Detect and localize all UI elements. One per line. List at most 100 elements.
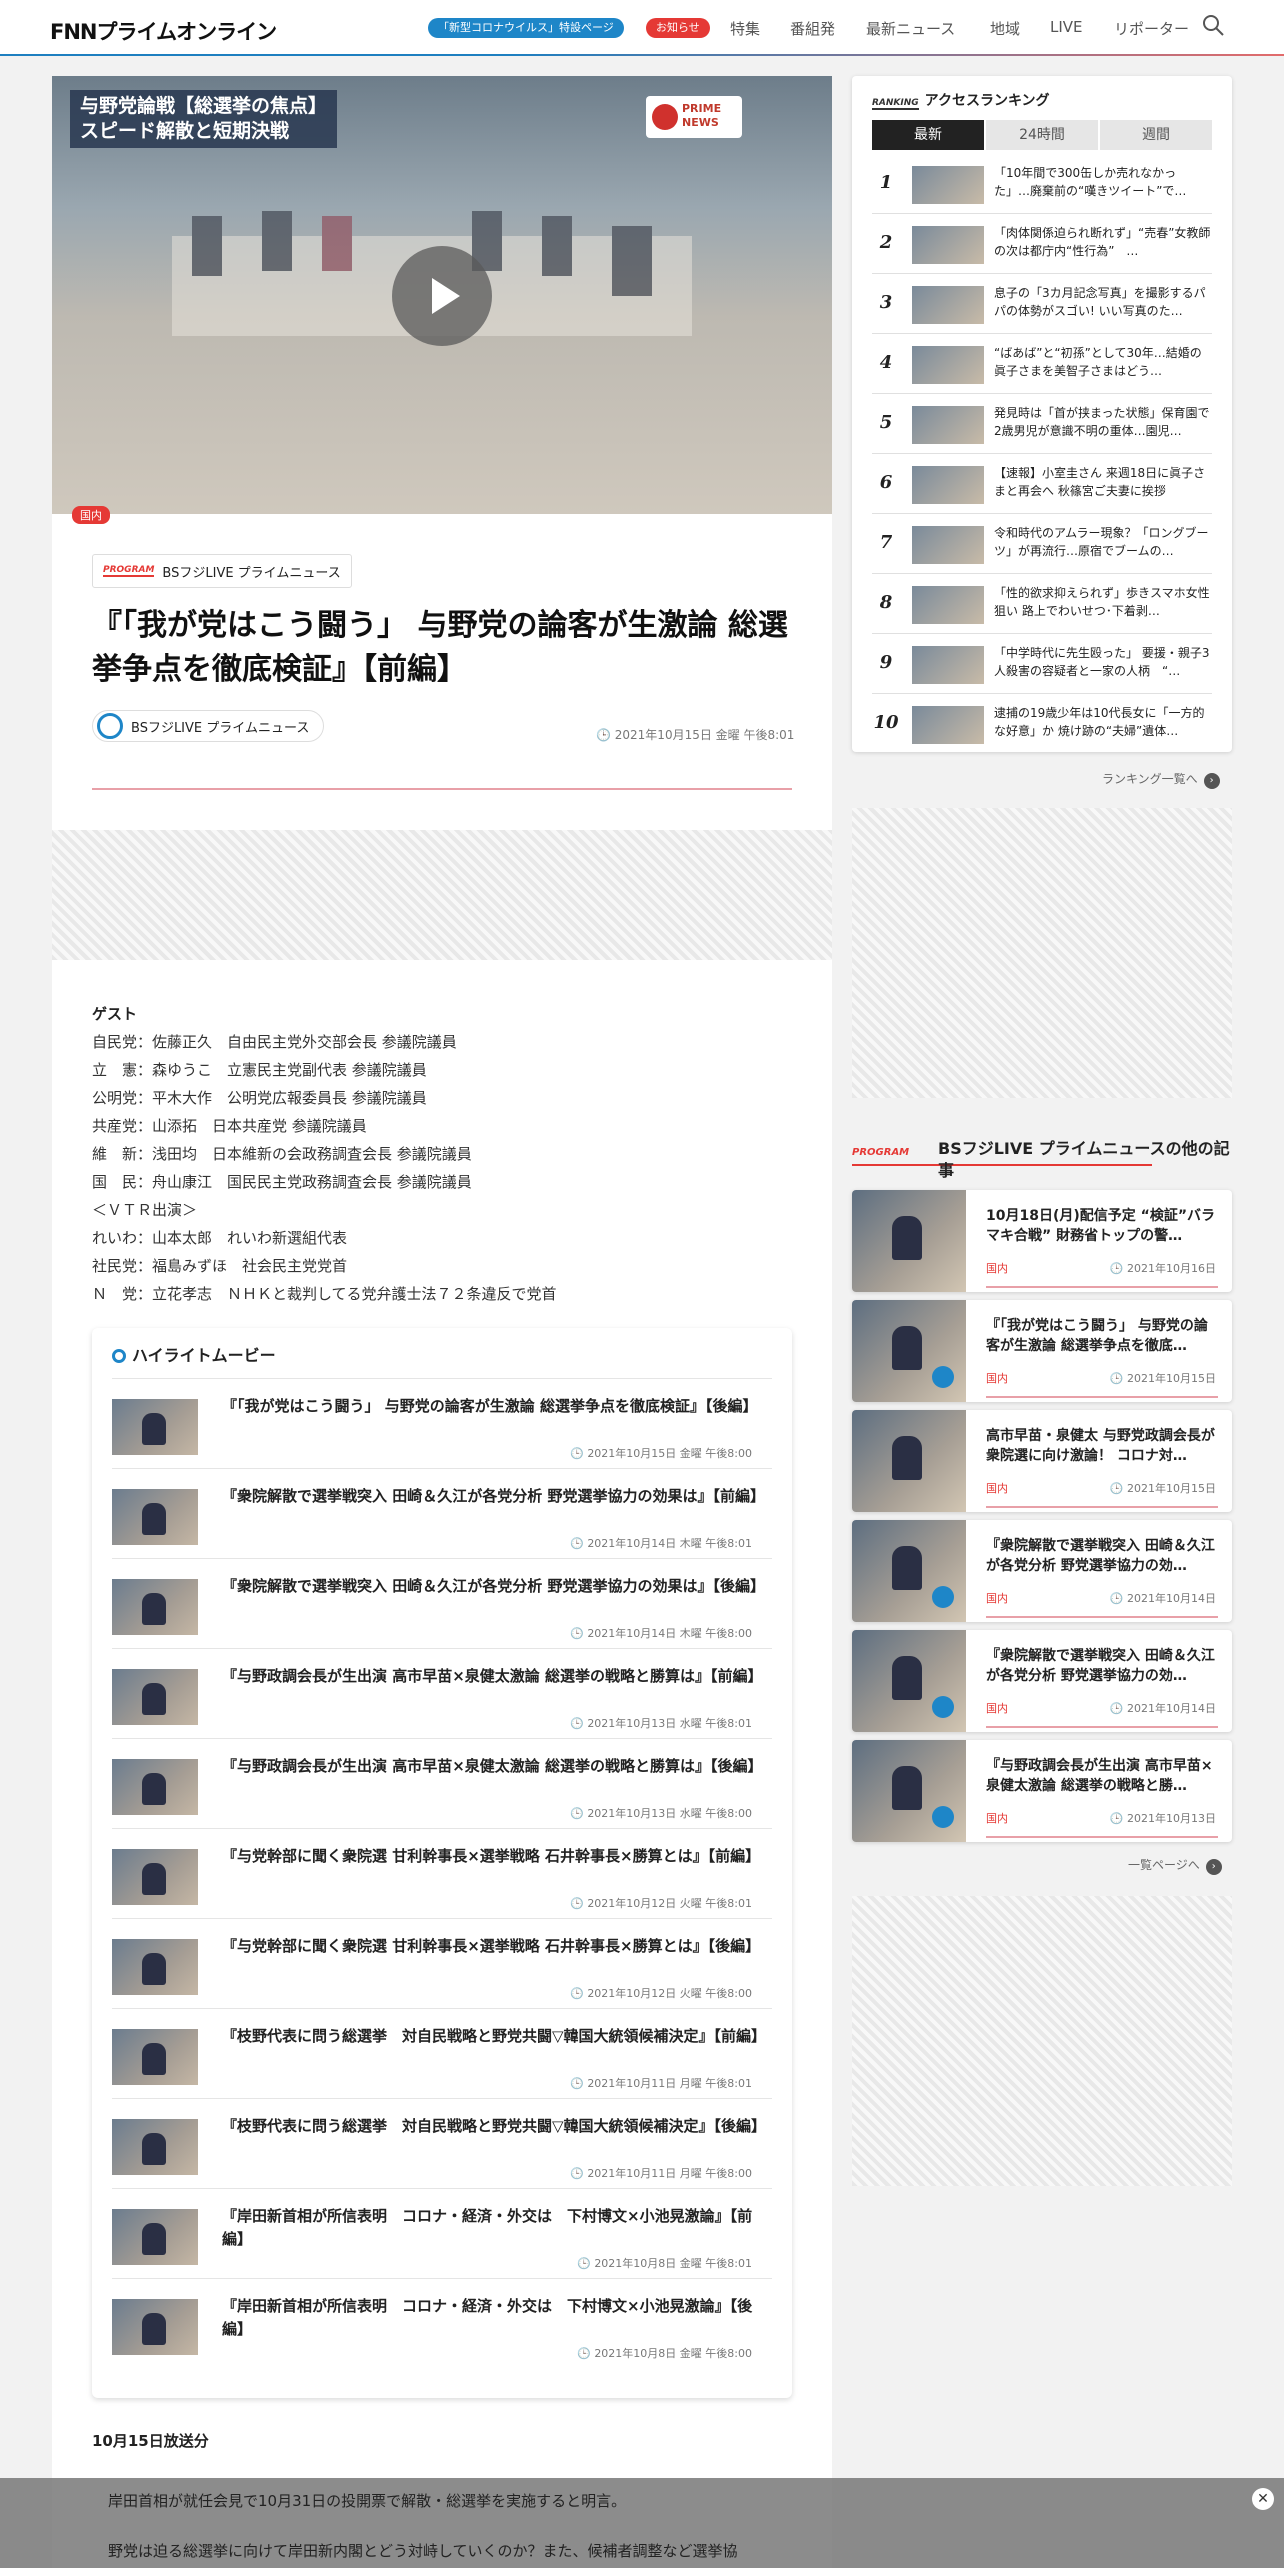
card-thumbnail <box>852 1410 966 1512</box>
list-item[interactable]: 『枝野代表に問う総選挙 対自民戦略と野党共闘▽韓国大統領候補決定』【後編】 🕒 2… <box>112 2098 772 2188</box>
article-main: 与野党論戦【総選挙の焦点】 スピード解散と短期決戦 PRIME NEWS 国内 P… <box>52 76 832 2568</box>
video-thumbnail <box>112 1399 198 1455</box>
list-item[interactable]: 『岸田新首相が所信表明 コロナ・経済・外交は 下村博文×小池晃激論』【前編】 🕒 … <box>112 2188 772 2278</box>
ranking-tabs: 最新 24時間 週間 <box>872 120 1212 150</box>
ranking-thumbnail <box>912 406 984 444</box>
article-card[interactable]: 高市早苗・泉健太 与野党政調会長が衆院選に向け激論！ コロナ対… 国内 🕒 2021… <box>852 1410 1232 1512</box>
ad-sidebar-bottom[interactable] <box>852 1896 1232 2186</box>
ranking-item[interactable]: 2 「肉体関係迫られ断れず」“売春”女教師の次は都庁内“性行為” … <box>872 214 1212 274</box>
video-thumbnail <box>112 2029 198 2085</box>
header-accent-line <box>0 54 1284 56</box>
search-icon[interactable] <box>1202 14 1224 36</box>
list-item[interactable]: 『与党幹部に聞く衆院選 甘利幹事長×選挙戦略 石井幹事長×勝算とは』【後編】 🕒 … <box>112 1918 772 2008</box>
video-camera-icon <box>932 1586 954 1608</box>
ad-sidebar-top[interactable] <box>852 808 1232 1098</box>
list-item[interactable]: 『枝野代表に問う総選挙 対自民戦略と野党共闘▽韓国大統領候補決定』【前編】 🕒 2… <box>112 2008 772 2098</box>
prime-news-logo-icon <box>652 104 678 130</box>
ranking-heading: RANKING アクセスランキング <box>872 93 1050 110</box>
nav-latest-news[interactable]: 最新ニュース <box>866 18 955 39</box>
video-thumbnail <box>112 1849 198 1905</box>
other-more-link[interactable]: 一覧ページへ › <box>1128 1856 1222 1875</box>
chevron-right-icon: › <box>1203 773 1220 789</box>
ranking-thumbnail <box>912 706 984 744</box>
ranking-item[interactable]: 8 「性的欲求抑えられず」歩きスマホ女性狙い 路上でわいせつ･下着剥… <box>872 574 1212 634</box>
corona-special-link[interactable]: 「新型コロナウイルス」特設ページ <box>428 18 624 38</box>
highlight-heading: ハイライトムービー <box>112 1342 276 1366</box>
video-thumbnail <box>112 2119 198 2175</box>
fnn-logo-icon <box>112 1349 126 1363</box>
article-card[interactable]: 10月18日(月)配信予定 “検証”バラマキ合戦” 財務省トップの警… 国内 🕒 2… <box>852 1190 1232 1292</box>
video-thumbnail <box>112 1759 198 1815</box>
ranking-thumbnail <box>912 346 984 384</box>
author-avatar <box>97 713 123 739</box>
author-name: BSフジLIVE プライムニュース <box>131 720 310 736</box>
nav-programs[interactable]: 番組発 <box>790 18 835 39</box>
author-chip[interactable]: BSフジLIVE プライムニュース <box>92 710 325 742</box>
site-logo[interactable]: FNNプライムオンライン <box>50 16 277 46</box>
ranking-thumbnail <box>912 646 984 684</box>
highlight-movies: ハイライトムービー 『「我が党はこう闘う」 与野党の論客が生激論 総選挙争点を徹… <box>92 1328 792 2398</box>
ranking-thumbnail <box>912 526 984 564</box>
video-thumbnail <box>112 1669 198 1725</box>
site-header: FNNプライムオンライン 「新型コロナウイルス」特設ページ お知らせ 特集 番組… <box>0 0 1284 56</box>
ad-banner[interactable] <box>52 830 832 960</box>
list-item[interactable]: 『与野政調会長が生出演 高市早苗×泉健太激論 総選挙の戦略と勝算は』【後編】 🕒 … <box>112 1738 772 1828</box>
video-camera-icon <box>932 1806 954 1828</box>
card-thumbnail <box>852 1300 966 1402</box>
video-camera-icon <box>932 1366 954 1388</box>
play-button[interactable] <box>392 246 492 346</box>
list-item[interactable]: 『衆院解散で選挙戦突入 田崎＆久江が各党分析 野党選挙協力の効果は』【後編】 🕒 … <box>112 1558 772 1648</box>
tab-24h[interactable]: 24時間 <box>986 120 1098 150</box>
card-thumbnail <box>852 1520 966 1622</box>
broadcast-heading: 10月15日放送分 <box>92 2432 209 2450</box>
ranking-item[interactable]: 9 「中学時代に先生殴った」 要援・親子3人殺害の容疑者と一家の人柄 “… <box>872 634 1212 694</box>
video-thumbnail <box>112 1939 198 1995</box>
ranking-thumbnail <box>912 166 984 204</box>
nav-region[interactable]: 地域 <box>990 18 1020 39</box>
video-thumbnail <box>112 2209 198 2265</box>
article-card[interactable]: 『与野政調会長が生出演 高市早苗×泉健太激論 総選挙の戦略と勝… 国内 🕒 2021… <box>852 1740 1232 1842</box>
list-item[interactable]: 『与野政調会長が生出演 高市早苗×泉健太激論 総選挙の戦略と勝算は』【前編】 🕒 … <box>112 1648 772 1738</box>
nav-live[interactable]: LIVE <box>1050 18 1083 36</box>
ranking-thumbnail <box>912 466 984 504</box>
article-title: 『「我が党はこう闘う」 与野党の論客が生激論 総選挙争点を徹底検証』【前編】 <box>92 608 788 687</box>
ranking-item[interactable]: 1 「10年間で300缶しか売れなかった」…廃棄前の“嘆きツイート”で… <box>872 154 1212 214</box>
video-player[interactable]: 与野党論戦【総選挙の焦点】 スピード解散と短期決戦 PRIME NEWS <box>52 76 832 514</box>
ranking-thumbnail <box>912 586 984 624</box>
list-item[interactable]: 『「我が党はこう闘う」 与野党の論客が生激論 総選挙争点を徹底検証』【後編】 🕒 … <box>112 1378 772 1468</box>
ranking-item[interactable]: 4 “ばあば”と“初孫”として30年…結婚の眞子さまを美智子さまはどう… <box>872 334 1212 394</box>
list-item[interactable]: 『岸田新首相が所信表明 コロナ・経済・外交は 下村博文×小池晃激論』【後編】 🕒 … <box>112 2278 772 2368</box>
tab-weekly[interactable]: 週間 <box>1100 120 1212 150</box>
card-thumbnail <box>852 1740 966 1842</box>
ranking-item[interactable]: 10 逮捕の19歳少年は10代長女に「一方的な好意」か 焼け跡の“夫婦”遺体… <box>872 694 1212 754</box>
article-card[interactable]: 『「我が党はこう闘う」 与野党の論客が生激論 総選挙争点を徹底… 国内 🕒 2021… <box>852 1300 1232 1402</box>
video-thumbnail <box>112 2299 198 2355</box>
tab-latest[interactable]: 最新 <box>872 120 984 150</box>
article-card[interactable]: 『衆院解散で選挙戦突入 田崎＆久江が各党分析 野党選挙協力の効… 国内 🕒 2021… <box>852 1520 1232 1622</box>
program-label[interactable]: PROGRAM BSフジLIVE プライムニュース <box>92 554 352 588</box>
list-item[interactable]: 『衆院解散で選挙戦突入 田崎＆久江が各党分析 野党選挙協力の効果は』【前編】 🕒 … <box>112 1468 772 1558</box>
article-date: 🕒 2021年10月15日 金曜 午後8:01 <box>596 728 795 742</box>
category-tag[interactable]: 国内 <box>72 506 110 524</box>
close-icon[interactable]: ✕ <box>1252 2488 1274 2510</box>
nav-features[interactable]: 特集 <box>730 18 760 39</box>
ranking-item[interactable]: 5 発見時は「首が挟まった状態」保育園で2歳男児が意識不明の重体…園児… <box>872 394 1212 454</box>
prime-news-badge: PRIME NEWS <box>646 96 742 138</box>
ranking-item[interactable]: 3 息子の「3カ月記念写真」を撮影するパパの体勢がスゴい! いい写真のた… <box>872 274 1212 334</box>
ranking-item[interactable]: 7 令和時代のアムラー現象？「ロングブーツ」が再流行…原宿でブームの… <box>872 514 1212 574</box>
notice-link[interactable]: お知らせ <box>646 18 710 38</box>
title-divider <box>92 788 792 790</box>
video-caption: 与野党論戦【総選挙の焦点】 スピード解散と短期決戦 <box>70 90 338 148</box>
ranking-thumbnail <box>912 226 984 264</box>
video-thumbnail <box>112 1489 198 1545</box>
chevron-right-icon: › <box>1205 1859 1222 1875</box>
ranking-more-link[interactable]: ランキング一覧へ › <box>1102 770 1220 789</box>
nav-reporter[interactable]: リポーター <box>1114 18 1189 39</box>
list-item[interactable]: 『与党幹部に聞く衆院選 甘利幹事長×選挙戦略 石井幹事長×勝算とは』【前編】 🕒 … <box>112 1828 772 1918</box>
article-paragraph: 岸田首相が就任会見で10月31日の投開票で解散・総選挙を実施すると明言。 <box>108 2492 627 2510</box>
ranking-item[interactable]: 6 【速報】小室圭さん 来週18日に眞子さまと再会へ 秋篠宮ご夫妻に挨拶 <box>872 454 1212 514</box>
program-mark: PROGRAM <box>103 565 155 577</box>
card-thumbnail <box>852 1190 966 1292</box>
article-card[interactable]: 『衆院解散で選挙戦突入 田崎＆久江が各党分析 野党選挙協力の効… 国内 🕒 2021… <box>852 1630 1232 1732</box>
program-name: BSフジLIVE プライムニュース <box>162 565 341 581</box>
